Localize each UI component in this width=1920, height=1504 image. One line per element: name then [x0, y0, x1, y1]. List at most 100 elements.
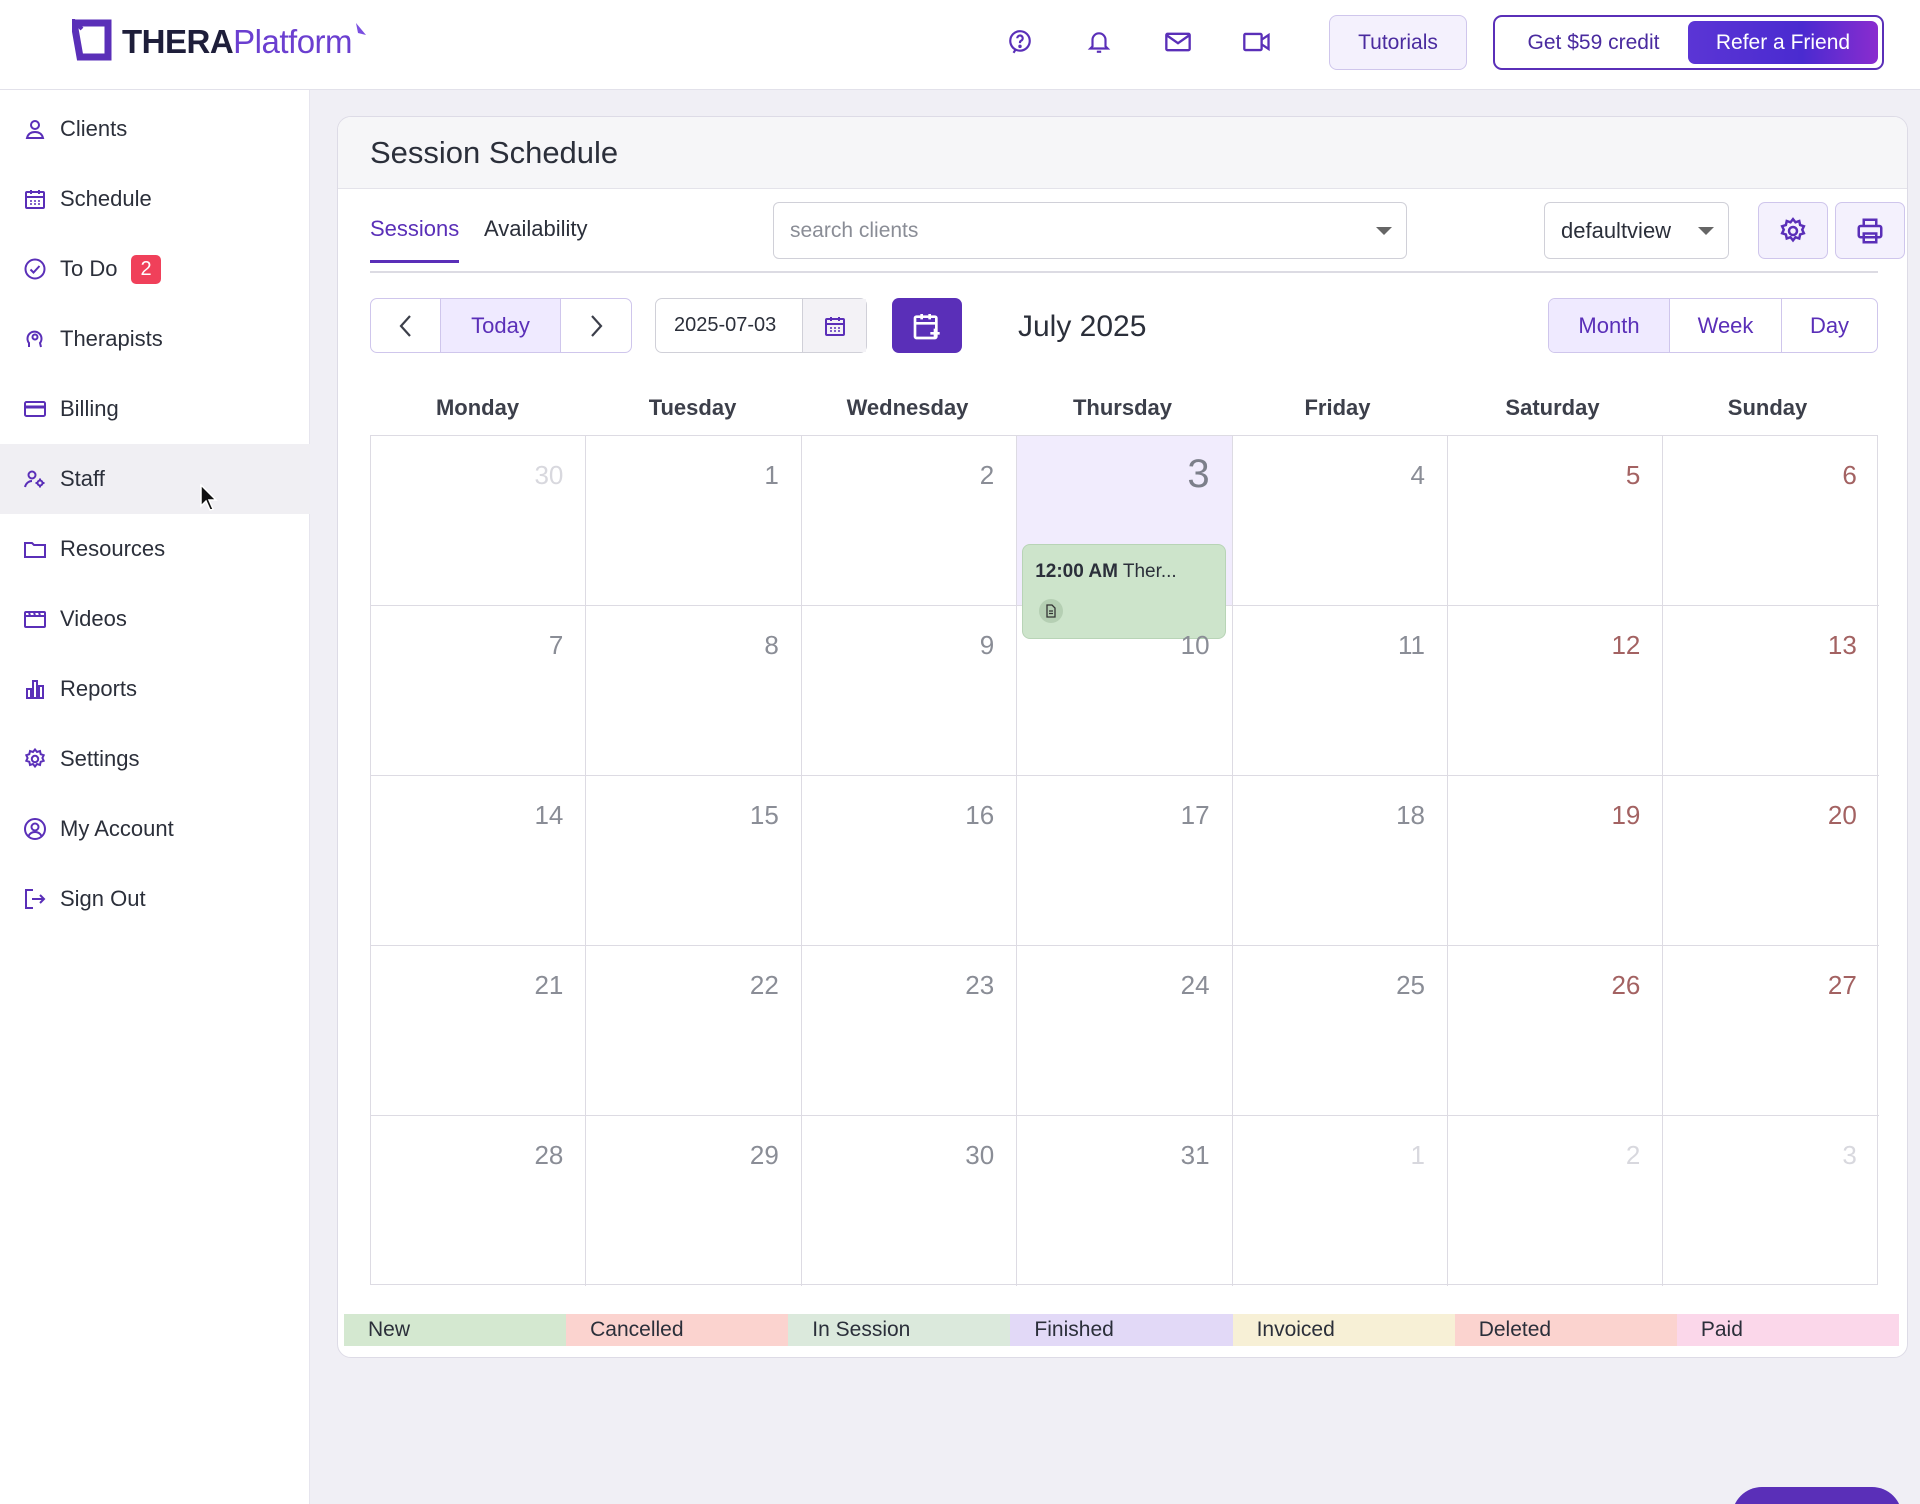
day-number: 20: [1827, 800, 1857, 830]
tab-availability[interactable]: Availability: [484, 216, 588, 260]
legend-item: Cancelled: [566, 1314, 789, 1346]
day-number: 11: [1397, 630, 1425, 660]
sidebar-item-billing[interactable]: Billing: [0, 374, 310, 444]
mouse-cursor-icon: [200, 484, 218, 511]
day-cell[interactable]: 31: [1017, 1116, 1233, 1286]
mail-icon[interactable]: [1158, 22, 1198, 62]
day-cell[interactable]: 8: [586, 606, 802, 776]
next-button[interactable]: [561, 299, 631, 352]
day-cell[interactable]: 30: [371, 436, 587, 606]
tutorials-button[interactable]: Tutorials: [1329, 15, 1467, 70]
sidebar-item-therapists[interactable]: Therapists: [0, 304, 310, 374]
video-icon[interactable]: [1237, 22, 1277, 62]
day-number: 24: [1180, 970, 1210, 1000]
day-cell[interactable]: 18: [1232, 776, 1448, 946]
day-cell[interactable]: 28: [371, 1116, 587, 1286]
day-cell[interactable]: 5: [1448, 436, 1664, 606]
sidebar-item-settings[interactable]: Settings: [0, 724, 310, 794]
day-cell[interactable]: 16: [801, 776, 1018, 946]
search-placeholder: search clients: [790, 218, 919, 242]
day-cell[interactable]: 17: [1017, 776, 1233, 946]
sidebar-item-sign-out[interactable]: Sign Out: [0, 864, 310, 934]
help-icon[interactable]: [1000, 22, 1040, 62]
logo-mark-icon: [72, 19, 112, 61]
day-cell[interactable]: 11: [1232, 606, 1448, 776]
sidebar-item-label: Settings: [60, 746, 140, 771]
floating-action-button[interactable]: [1732, 1487, 1902, 1504]
day-view-button[interactable]: Day: [1782, 299, 1877, 352]
refer-friend-button[interactable]: Refer a Friend: [1688, 21, 1878, 64]
day-cell[interactable]: 6: [1663, 436, 1879, 606]
day-cell[interactable]: 12: [1448, 606, 1664, 776]
settings-button[interactable]: [1758, 202, 1828, 259]
date-nav: Today: [370, 298, 632, 353]
prev-button[interactable]: [371, 299, 441, 352]
day-cell[interactable]: 23: [801, 946, 1018, 1116]
day-cell[interactable]: 4: [1232, 436, 1448, 606]
date-field[interactable]: 2025-07-03: [656, 299, 803, 352]
day-cell[interactable]: 27: [1663, 946, 1879, 1116]
sidebar-item-resources[interactable]: Resources: [0, 514, 310, 584]
day-number: 3: [1842, 1140, 1857, 1170]
day-cell[interactable]: 19: [1448, 776, 1664, 946]
day-cell[interactable]: 15: [586, 776, 802, 946]
day-number: 1: [764, 460, 779, 490]
sidebar-item-staff[interactable]: Staff: [0, 444, 310, 514]
day-number: 17: [1180, 800, 1210, 830]
date-picker[interactable]: 2025-07-03: [655, 298, 867, 353]
day-cell[interactable]: 1: [586, 436, 802, 606]
logo-platform: Platform: [233, 23, 353, 60]
day-cell[interactable]: 24: [1017, 946, 1233, 1116]
chevron-left-icon: [399, 314, 411, 337]
sidebar-item-reports[interactable]: Reports: [0, 654, 310, 724]
tab-sessions[interactable]: Sessions: [370, 216, 460, 263]
day-number: 5: [1625, 460, 1641, 490]
printer-icon: [1857, 218, 1883, 243]
day-cell[interactable]: 30: [802, 1116, 1018, 1286]
day-number: 31: [1180, 1140, 1210, 1170]
day-cell[interactable]: 2: [801, 436, 1018, 606]
sidebar-item-schedule[interactable]: Schedule: [0, 164, 310, 234]
sidebar-item-clients[interactable]: Clients: [0, 94, 310, 164]
day-number: 23: [965, 970, 995, 1000]
day-cell[interactable]: 3: [1663, 1116, 1878, 1286]
logo-thera: THERA: [122, 23, 234, 60]
add-session-button[interactable]: [892, 298, 962, 353]
legend-item: New: [344, 1314, 567, 1346]
day-cell[interactable]: 9: [801, 606, 1018, 776]
day-cell[interactable]: 10: [1017, 606, 1233, 776]
therapist-icon: [22, 326, 48, 352]
sidebar-item-my-account[interactable]: My Account: [0, 794, 310, 864]
gear-icon: [1780, 216, 1806, 242]
day-number: 22: [749, 970, 779, 1000]
day-cell[interactable]: 13: [1663, 606, 1879, 776]
day-cell[interactable]: 20: [1663, 776, 1879, 946]
day-cell[interactable]: 3 12:00 AM Ther...: [1017, 436, 1233, 639]
view-select[interactable]: defaultview: [1544, 202, 1729, 259]
today-button[interactable]: Today: [441, 299, 561, 352]
page-title: Session Schedule: [338, 117, 1907, 189]
month-view-button[interactable]: Month: [1549, 299, 1670, 352]
day-number: 12: [1611, 630, 1641, 660]
search-clients-input[interactable]: search clients: [773, 202, 1407, 259]
day-cell[interactable]: 21: [371, 946, 587, 1116]
calendar-icon[interactable]: [803, 299, 866, 352]
status-legend: New Cancelled In Session Finished Invoiced De…: [344, 1314, 1899, 1346]
sidebar-item-videos[interactable]: Videos: [0, 584, 310, 654]
day-cell[interactable]: 7: [371, 606, 587, 776]
sidebar-item-todo[interactable]: To Do 2: [0, 234, 310, 304]
day-cell[interactable]: 1: [1233, 1116, 1448, 1286]
week-view-button[interactable]: Week: [1670, 299, 1782, 352]
day-cell[interactable]: 2: [1448, 1116, 1664, 1286]
day-cell[interactable]: 29: [586, 1116, 802, 1286]
day-cell[interactable]: 22: [586, 946, 802, 1116]
day-cell[interactable]: 14: [371, 776, 587, 946]
day-number: 29: [749, 1140, 779, 1170]
day-cell[interactable]: 25: [1232, 946, 1448, 1116]
print-button[interactable]: [1835, 202, 1905, 259]
bell-icon[interactable]: [1079, 22, 1119, 62]
day-number: 2: [979, 460, 995, 490]
logo[interactable]: THERAPlatform: [72, 18, 368, 66]
day-cell[interactable]: 26: [1448, 946, 1664, 1116]
credit-label[interactable]: Get $59 credit: [1499, 31, 1688, 55]
